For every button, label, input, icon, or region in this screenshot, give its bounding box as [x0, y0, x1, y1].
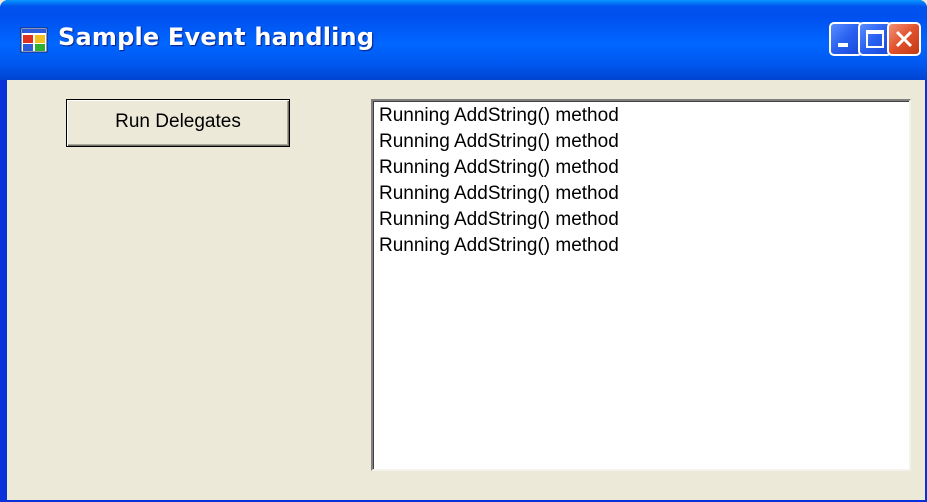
- app-window: Sample Event handling Run Delegates Runn…: [0, 0, 927, 502]
- list-item[interactable]: Running AddString() method: [379, 155, 903, 181]
- list-item[interactable]: Running AddString() method: [379, 207, 903, 233]
- window-title: Sample Event handling: [58, 23, 375, 51]
- app-window-icon[interactable]: [20, 27, 48, 53]
- title-bar[interactable]: Sample Event handling: [0, 0, 927, 80]
- list-item[interactable]: Running AddString() method: [379, 233, 903, 259]
- list-item[interactable]: Running AddString() method: [379, 181, 903, 207]
- client-area: Run Delegates Running AddString() method…: [7, 80, 925, 500]
- run-delegates-button[interactable]: Run Delegates: [66, 99, 290, 147]
- maximize-icon: [866, 30, 884, 48]
- close-icon: [895, 30, 913, 48]
- list-item[interactable]: Running AddString() method: [379, 129, 903, 155]
- list-item[interactable]: Running AddString() method: [379, 103, 903, 129]
- output-listbox[interactable]: Running AddString() method Running AddSt…: [371, 99, 911, 471]
- minimize-icon: [838, 43, 848, 47]
- close-button[interactable]: [887, 22, 921, 56]
